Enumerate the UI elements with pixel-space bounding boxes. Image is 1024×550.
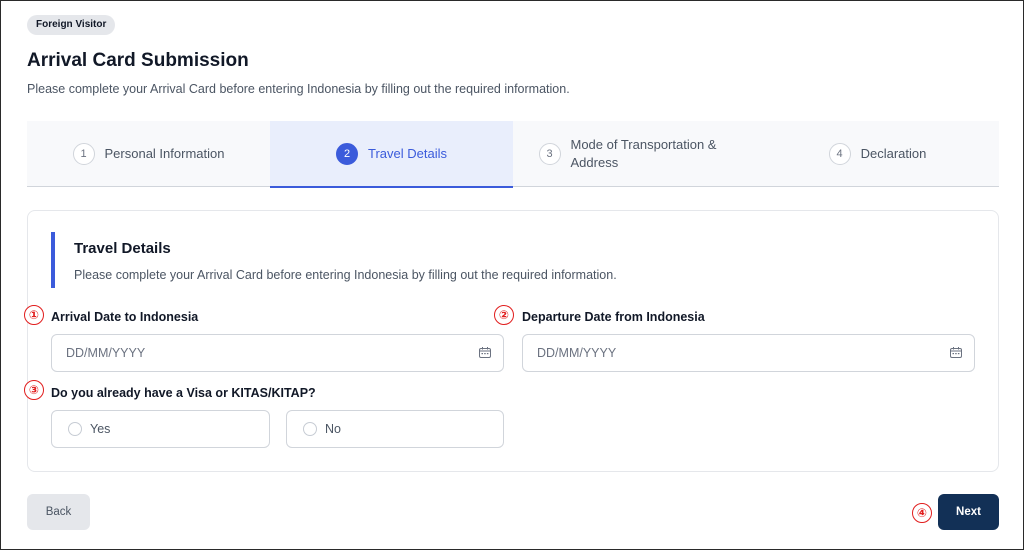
visitor-type-badge: Foreign Visitor	[27, 15, 116, 35]
page-title: Arrival Card Submission	[27, 50, 249, 71]
step-number: 4	[828, 143, 851, 165]
back-button[interactable]: Back	[27, 494, 90, 530]
arrival-date-input[interactable]	[51, 334, 504, 372]
annotation-marker-1: ①	[24, 305, 44, 325]
calendar-icon[interactable]	[950, 347, 962, 358]
progress-stepper: 1 Personal Information 2 Travel Details …	[27, 121, 999, 188]
step-travel-details[interactable]: 2 Travel Details	[270, 121, 513, 188]
step-label: Personal Information	[104, 146, 225, 161]
arrival-date-label: Arrival Date to Indonesia	[51, 310, 199, 324]
annotation-marker-3: ③	[24, 380, 44, 400]
step-mode-of-transportation[interactable]: 3 Mode of Transportation & Address	[513, 121, 756, 187]
page-subtitle: Please complete your Arrival Card before…	[27, 82, 570, 96]
section-accent-bar	[51, 232, 55, 288]
radio-label: No	[325, 422, 341, 436]
annotation-marker-4: ④	[912, 503, 932, 523]
radio-unchecked-icon[interactable]	[68, 422, 82, 436]
departure-date-label: Departure Date from Indonesia	[522, 310, 705, 324]
radio-unchecked-icon[interactable]	[303, 422, 317, 436]
step-label: Declaration	[860, 146, 927, 161]
departure-date-input[interactable]	[522, 334, 975, 372]
calendar-icon[interactable]	[479, 347, 491, 358]
annotation-marker-2: ②	[494, 305, 514, 325]
visa-option-no[interactable]: No	[286, 410, 504, 448]
visa-option-yes[interactable]: Yes	[51, 410, 270, 448]
step-number: 2	[336, 143, 358, 165]
step-declaration[interactable]: 4 Declaration	[756, 121, 999, 187]
step-label: Travel Details	[368, 146, 447, 161]
radio-label: Yes	[90, 422, 111, 436]
step-number: 3	[538, 143, 561, 165]
section-subtitle: Please complete your Arrival Card before…	[74, 268, 617, 282]
step-number: 1	[72, 143, 95, 165]
next-button[interactable]: Next	[938, 494, 999, 530]
step-personal-information[interactable]: 1 Personal Information	[27, 121, 270, 187]
section-title: Travel Details	[74, 240, 171, 257]
visa-question-label: Do you already have a Visa or KITAS/KITA…	[51, 386, 316, 400]
step-label: Mode of Transportation & Address	[570, 137, 717, 170]
